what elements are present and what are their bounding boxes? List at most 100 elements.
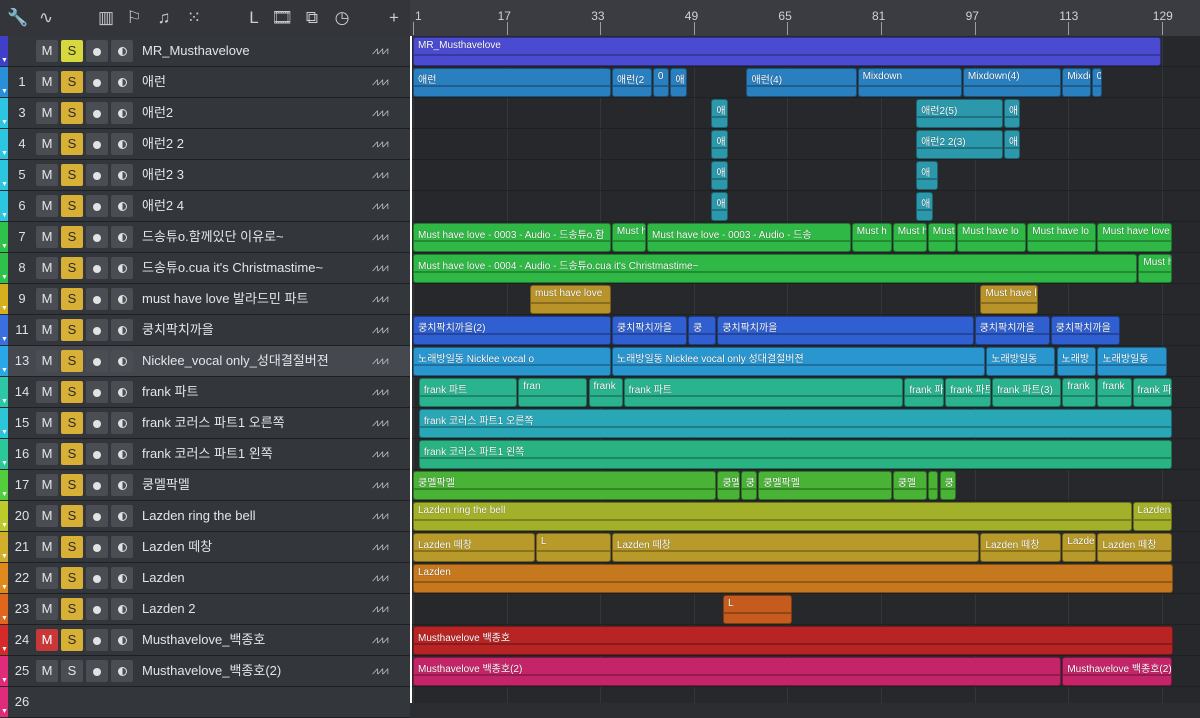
- waveform-icon[interactable]: ⩘⩘⩘: [372, 67, 389, 97]
- expand-icon[interactable]: ▼: [1, 305, 8, 313]
- record-arm-button[interactable]: [86, 319, 108, 341]
- audio-clip[interactable]: L: [723, 595, 793, 624]
- expand-icon[interactable]: ▼: [1, 88, 8, 96]
- automation-icon[interactable]: ∿: [34, 6, 58, 30]
- solo-button[interactable]: S: [61, 505, 83, 527]
- audio-clip[interactable]: 노래방일동 Nicklee vocal o: [413, 347, 611, 376]
- expand-icon[interactable]: ▼: [1, 615, 8, 623]
- track-row[interactable]: ▼ 6 M S ⩘⩘⩘ 애런2 4: [0, 191, 410, 222]
- solo-button[interactable]: S: [61, 598, 83, 620]
- expand-icon[interactable]: ▼: [1, 553, 8, 561]
- track-row[interactable]: ▼ 21 M S ⩘⩘⩘ Lazden 떼창: [0, 532, 410, 563]
- solo-button[interactable]: S: [61, 319, 83, 341]
- track-row[interactable]: ▼ 15 M S ⩘⩘⩘ frank 코러스 파트1 오른쪽: [0, 408, 410, 439]
- chord-icon[interactable]: ⧉: [300, 6, 324, 30]
- expand-icon[interactable]: ▼: [1, 150, 8, 158]
- track-row[interactable]: ▼ 17 M S ⩘⩘⩘ 쿵멜팍멜: [0, 470, 410, 501]
- solo-button[interactable]: S: [61, 443, 83, 465]
- mute-button[interactable]: M: [36, 40, 58, 62]
- monitor-button[interactable]: [111, 71, 133, 93]
- audio-clip[interactable]: Must have love - 0004 - Audio - 드송튜o.cua…: [413, 254, 1138, 283]
- record-arm-button[interactable]: [86, 443, 108, 465]
- track-lane[interactable]: [410, 129, 1200, 160]
- track-name[interactable]: Lazden: [142, 563, 185, 593]
- audio-clip[interactable]: frank 파트(3): [992, 378, 1062, 407]
- track-name[interactable]: 애런2 4: [142, 191, 184, 221]
- mute-button[interactable]: M: [36, 660, 58, 682]
- solo-button[interactable]: S: [61, 257, 83, 279]
- audio-clip[interactable]: fran: [518, 378, 588, 407]
- expand-icon[interactable]: ▼: [1, 181, 8, 189]
- track-row[interactable]: ▼ 3 M S ⩘⩘⩘ 애런2: [0, 98, 410, 129]
- track-row[interactable]: ▼ 1 M S ⩘⩘⩘ 애런: [0, 67, 410, 98]
- mute-button[interactable]: M: [36, 567, 58, 589]
- audio-clip[interactable]: Must have love - 0003 - Audio - 드송튜o.함: [413, 223, 611, 252]
- monitor-button[interactable]: [111, 567, 133, 589]
- audio-clip[interactable]: frank 파: [904, 378, 945, 407]
- record-arm-button[interactable]: [86, 412, 108, 434]
- solo-button[interactable]: S: [61, 567, 83, 589]
- record-arm-button[interactable]: [86, 474, 108, 496]
- mute-button[interactable]: M: [36, 195, 58, 217]
- audio-clip[interactable]: 애: [916, 192, 933, 221]
- track-name[interactable]: must have love 발라드민 파트: [142, 284, 308, 314]
- audio-clip[interactable]: 쿵멜팍멜: [413, 471, 717, 500]
- track-name[interactable]: frank 코러스 파트1 왼쪽: [142, 439, 273, 469]
- audio-clip[interactable]: Must have love - 0003 -: [1097, 223, 1173, 252]
- audio-clip[interactable]: MR_Musthavelove: [413, 37, 1161, 66]
- track-name[interactable]: Lazden 2: [142, 594, 196, 624]
- track-name[interactable]: 드송튜o.cua it's Christmastime~: [142, 253, 323, 283]
- track-row[interactable]: ▼ 22 M S ⩘⩘⩘ Lazden: [0, 563, 410, 594]
- track-name[interactable]: Lazden 떼창: [142, 532, 212, 562]
- expand-icon[interactable]: ▼: [1, 336, 8, 344]
- waveform-icon[interactable]: ⩘⩘⩘: [372, 501, 389, 531]
- list-icon[interactable]: L: [242, 6, 266, 30]
- track-row[interactable]: ▼ 16 M S ⩘⩘⩘ frank 코러스 파트1 왼쪽: [0, 439, 410, 470]
- waveform-icon[interactable]: ⩘⩘⩘: [372, 160, 389, 190]
- expand-icon[interactable]: ▼: [1, 491, 8, 499]
- record-arm-button[interactable]: [86, 598, 108, 620]
- solo-button[interactable]: S: [61, 474, 83, 496]
- mute-button[interactable]: M: [36, 226, 58, 248]
- record-arm-button[interactable]: [86, 71, 108, 93]
- mute-button[interactable]: M: [36, 536, 58, 558]
- waveform-icon[interactable]: ⩘⩘⩘: [372, 563, 389, 593]
- record-arm-button[interactable]: [86, 567, 108, 589]
- audio-clip[interactable]: frank 파트: [1132, 378, 1173, 407]
- audio-clip[interactable]: 쿵: [740, 471, 758, 500]
- monitor-button[interactable]: [111, 40, 133, 62]
- track-name[interactable]: 애런2: [142, 98, 173, 128]
- record-arm-button[interactable]: [86, 505, 108, 527]
- monitor-button[interactable]: [111, 443, 133, 465]
- audio-clip[interactable]: 애: [711, 99, 728, 128]
- track-lane[interactable]: [410, 687, 1200, 703]
- solo-button[interactable]: S: [61, 133, 83, 155]
- monitor-button[interactable]: [111, 195, 133, 217]
- track-name[interactable]: frank 파트: [142, 377, 198, 407]
- expand-icon[interactable]: ▼: [1, 460, 8, 468]
- audio-clip[interactable]: frank 코러스 파트1 왼쪽: [418, 440, 1173, 469]
- audio-clip[interactable]: Must h: [1138, 254, 1173, 283]
- audio-clip[interactable]: 애런: [413, 68, 611, 97]
- monitor-button[interactable]: [111, 598, 133, 620]
- mixer-icon[interactable]: ▥: [94, 6, 118, 30]
- audio-clip[interactable]: Must have love - 0003 - Audio - 드송: [647, 223, 851, 252]
- monitor-button[interactable]: [111, 350, 133, 372]
- expand-icon[interactable]: ▼: [1, 584, 8, 592]
- track-lane[interactable]: [410, 191, 1200, 222]
- mute-button[interactable]: M: [36, 412, 58, 434]
- mute-button[interactable]: M: [36, 505, 58, 527]
- track-name[interactable]: Musthavelove_백종호: [142, 625, 265, 655]
- waveform-icon[interactable]: ⩘⩘⩘: [372, 625, 389, 655]
- audio-clip[interactable]: 쿵치팍치까을: [717, 316, 974, 345]
- audio-clip[interactable]: 쿵치팍치까을: [611, 316, 687, 345]
- expand-icon[interactable]: ▼: [1, 708, 8, 716]
- expand-icon[interactable]: ▼: [1, 212, 8, 220]
- track-name[interactable]: 애런: [142, 67, 166, 97]
- mute-button[interactable]: M: [36, 257, 58, 279]
- solo-button[interactable]: S: [61, 350, 83, 372]
- track-row[interactable]: ▼ 13 M S ⩘⩘⩘ Nicklee_vocal only_성대결절버젼: [0, 346, 410, 377]
- track-row[interactable]: ▼ 4 M S ⩘⩘⩘ 애런2 2: [0, 129, 410, 160]
- mute-button[interactable]: M: [36, 164, 58, 186]
- track-name[interactable]: 애런2 2: [142, 129, 184, 159]
